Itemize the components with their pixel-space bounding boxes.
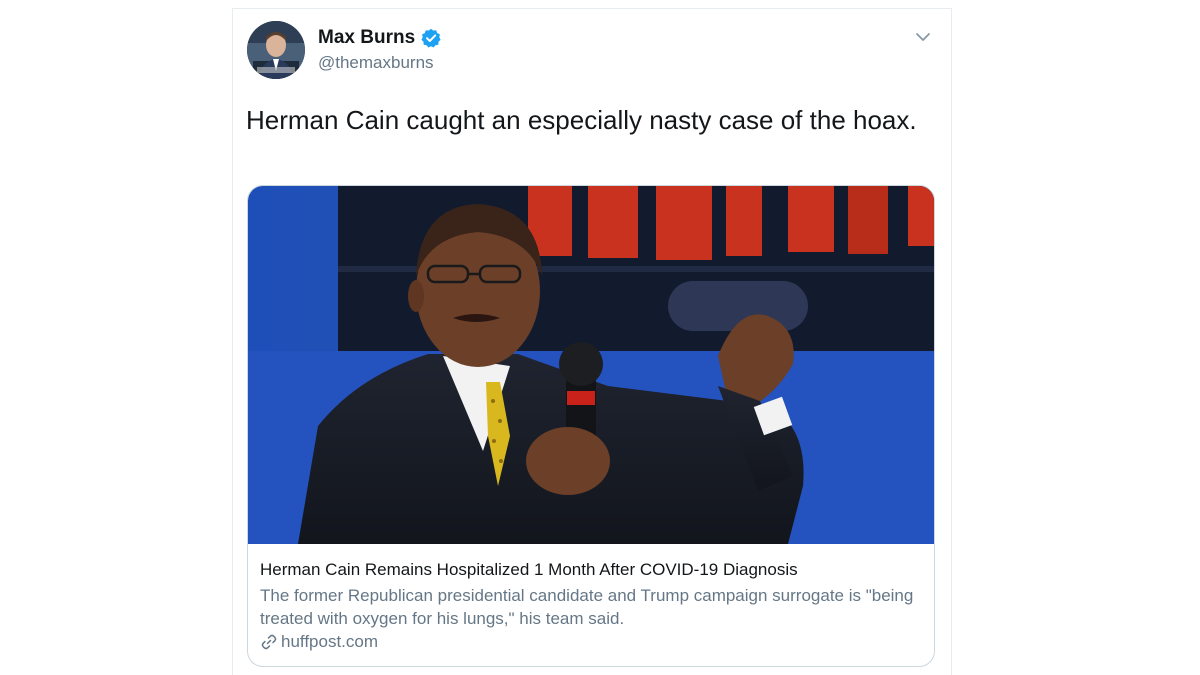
article-description: The former Republican presidential candi… (260, 586, 914, 628)
article-title: Herman Cain Remains Hospitalized 1 Month… (260, 560, 798, 579)
tweet-card: Max Burns @themaxburns Herman Cain caugh… (232, 8, 952, 675)
author-name[interactable]: Max Burns (318, 27, 441, 49)
verified-badge-icon (421, 28, 441, 48)
link-preview-card[interactable]: Herman Cain Remains Hospitalized 1 Month… (247, 185, 935, 667)
tweet-menu-button[interactable] (913, 29, 933, 45)
chevron-down-icon (916, 33, 930, 41)
author-handle[interactable]: @themaxburns (318, 53, 434, 73)
tweet-text: Herman Cain caught an especially nasty c… (246, 105, 917, 135)
author-avatar[interactable] (247, 21, 305, 79)
article-image (248, 186, 934, 544)
article-domain-text: huffpost.com (281, 632, 379, 651)
author-name-text: Max Burns (318, 27, 416, 48)
article-domain: huffpost.com (260, 632, 378, 652)
link-icon (260, 633, 278, 651)
